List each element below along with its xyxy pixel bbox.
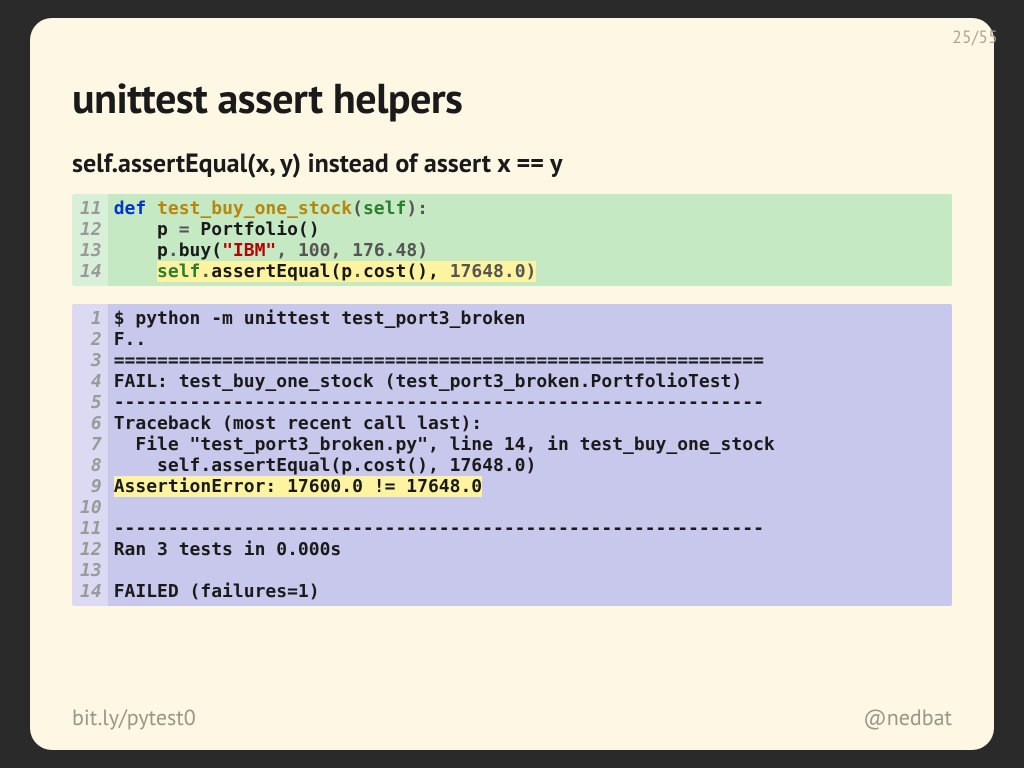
code-line: p.buy("IBM", 100, 176.48) xyxy=(114,240,944,261)
line-number: 1 xyxy=(80,308,102,329)
line-number: 9 xyxy=(80,476,102,497)
code-line: $ python -m unittest test_port3_broken xyxy=(114,308,944,329)
code-line: File "test_port3_broken.py", line 14, in… xyxy=(114,434,944,455)
line-number-gutter: 11121314 xyxy=(72,194,108,286)
code-line: F.. xyxy=(114,329,944,350)
line-number: 3 xyxy=(80,350,102,371)
code-line: Ran 3 tests in 0.000s xyxy=(114,539,944,560)
code-line xyxy=(114,497,944,518)
code-line: def test_buy_one_stock(self): xyxy=(114,198,944,219)
slide: 25/55 unittest assert helpers self.asser… xyxy=(30,18,994,750)
line-number: 14 xyxy=(80,581,102,602)
code-block-terminal: 1234567891011121314 $ python -m unittest… xyxy=(72,304,952,606)
line-number: 10 xyxy=(80,497,102,518)
code-line: AssertionError: 17600.0 != 17648.0 xyxy=(114,476,944,497)
footer-right: @nedbat xyxy=(863,704,952,732)
line-number-gutter: 1234567891011121314 xyxy=(72,304,108,606)
code-body: $ python -m unittest test_port3_brokenF.… xyxy=(108,304,952,606)
line-number: 4 xyxy=(80,371,102,392)
code-line: FAIL: test_buy_one_stock (test_port3_bro… xyxy=(114,371,944,392)
code-line: self.assertEqual(p.cost(), 17648.0) xyxy=(114,261,944,282)
code-line: self.assertEqual(p.cost(), 17648.0) xyxy=(114,455,944,476)
code-line: ========================================… xyxy=(114,350,944,371)
code-body: def test_buy_one_stock(self): p = Portfo… xyxy=(108,194,952,286)
code-line: Traceback (most recent call last): xyxy=(114,413,944,434)
slide-footer: bit.ly/pytest0 @nedbat xyxy=(72,704,952,732)
footer-left: bit.ly/pytest0 xyxy=(72,704,196,732)
line-number: 11 xyxy=(80,518,102,539)
line-number: 12 xyxy=(80,539,102,560)
line-number: 7 xyxy=(80,434,102,455)
line-number: 13 xyxy=(80,560,102,581)
line-number: 6 xyxy=(80,413,102,434)
code-line: ----------------------------------------… xyxy=(114,518,944,539)
line-number: 8 xyxy=(80,455,102,476)
line-number: 13 xyxy=(80,240,102,261)
highlight: self.assertEqual(p.cost(), 17648.0) xyxy=(157,261,536,282)
slide-title: unittest assert helpers xyxy=(72,70,952,125)
page-counter: 25/55 xyxy=(952,26,998,48)
line-number: 14 xyxy=(80,261,102,282)
code-line: ----------------------------------------… xyxy=(114,392,944,413)
line-number: 5 xyxy=(80,392,102,413)
slide-subtitle: self.assertEqual(x, y) instead of assert… xyxy=(72,147,952,180)
highlight: AssertionError: 17600.0 != 17648.0 xyxy=(114,476,482,497)
line-number: 11 xyxy=(80,198,102,219)
footer-left-prefix: bit.ly/ xyxy=(72,704,127,732)
code-block-python: 11121314 def test_buy_one_stock(self): p… xyxy=(72,194,952,286)
line-number: 2 xyxy=(80,329,102,350)
code-line xyxy=(114,560,944,581)
code-line: FAILED (failures=1) xyxy=(114,581,944,602)
footer-link[interactable]: pytest0 xyxy=(127,704,196,732)
line-number: 12 xyxy=(80,219,102,240)
code-line: p = Portfolio() xyxy=(114,219,944,240)
